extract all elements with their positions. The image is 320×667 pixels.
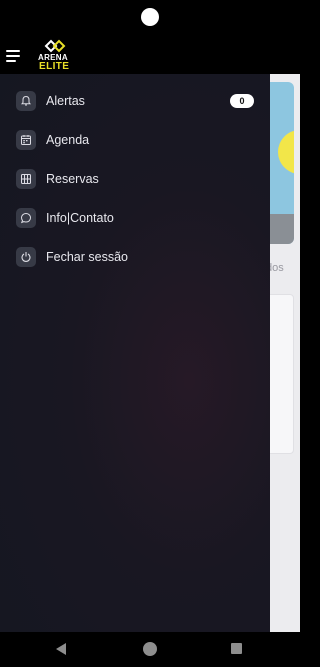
back-icon[interactable] — [56, 643, 66, 655]
drawer-item-label: Fechar sessão — [46, 250, 128, 264]
app-logo: ARENA ELITE — [36, 39, 80, 73]
camera-cutout — [141, 8, 159, 26]
status-bar — [0, 0, 300, 38]
logo-text-elite: ELITE — [39, 61, 70, 72]
drawer-item-info-contato[interactable]: Info|Contato — [16, 207, 256, 229]
app-header: ARENA ELITE — [0, 38, 300, 74]
drawer-item-agenda[interactable]: Agenda — [16, 129, 256, 151]
drawer-item-reservas[interactable]: Reservas — [16, 168, 256, 190]
app-screen: ARENA ELITE dos Alertas 0 Agenda Reserva… — [0, 38, 300, 632]
chat-icon — [20, 212, 32, 224]
logo-mark-icon — [44, 39, 66, 53]
drawer-item-fechar-sessao[interactable]: Fechar sessão — [16, 246, 256, 268]
calendar-icon — [21, 135, 31, 145]
power-icon — [21, 252, 31, 262]
drawer-item-label: Info|Contato — [46, 211, 114, 225]
bell-icon — [20, 95, 32, 106]
menu-toggle-button[interactable] — [6, 46, 26, 66]
system-navigation-bar — [0, 632, 300, 667]
hamburger-icon — [6, 50, 20, 52]
alerts-count-badge: 0 — [230, 94, 254, 108]
drawer-item-label: Alertas — [46, 94, 85, 108]
drawer-item-label: Agenda — [46, 133, 90, 147]
grid-icon — [21, 174, 31, 184]
recent-apps-icon[interactable] — [231, 643, 242, 654]
drawer-item-alertas[interactable]: Alertas 0 — [16, 90, 256, 112]
navigation-drawer: Alertas 0 Agenda Reservas Info|Contato F… — [0, 74, 270, 632]
home-icon[interactable] — [143, 642, 157, 656]
drawer-item-label: Reservas — [46, 172, 99, 186]
